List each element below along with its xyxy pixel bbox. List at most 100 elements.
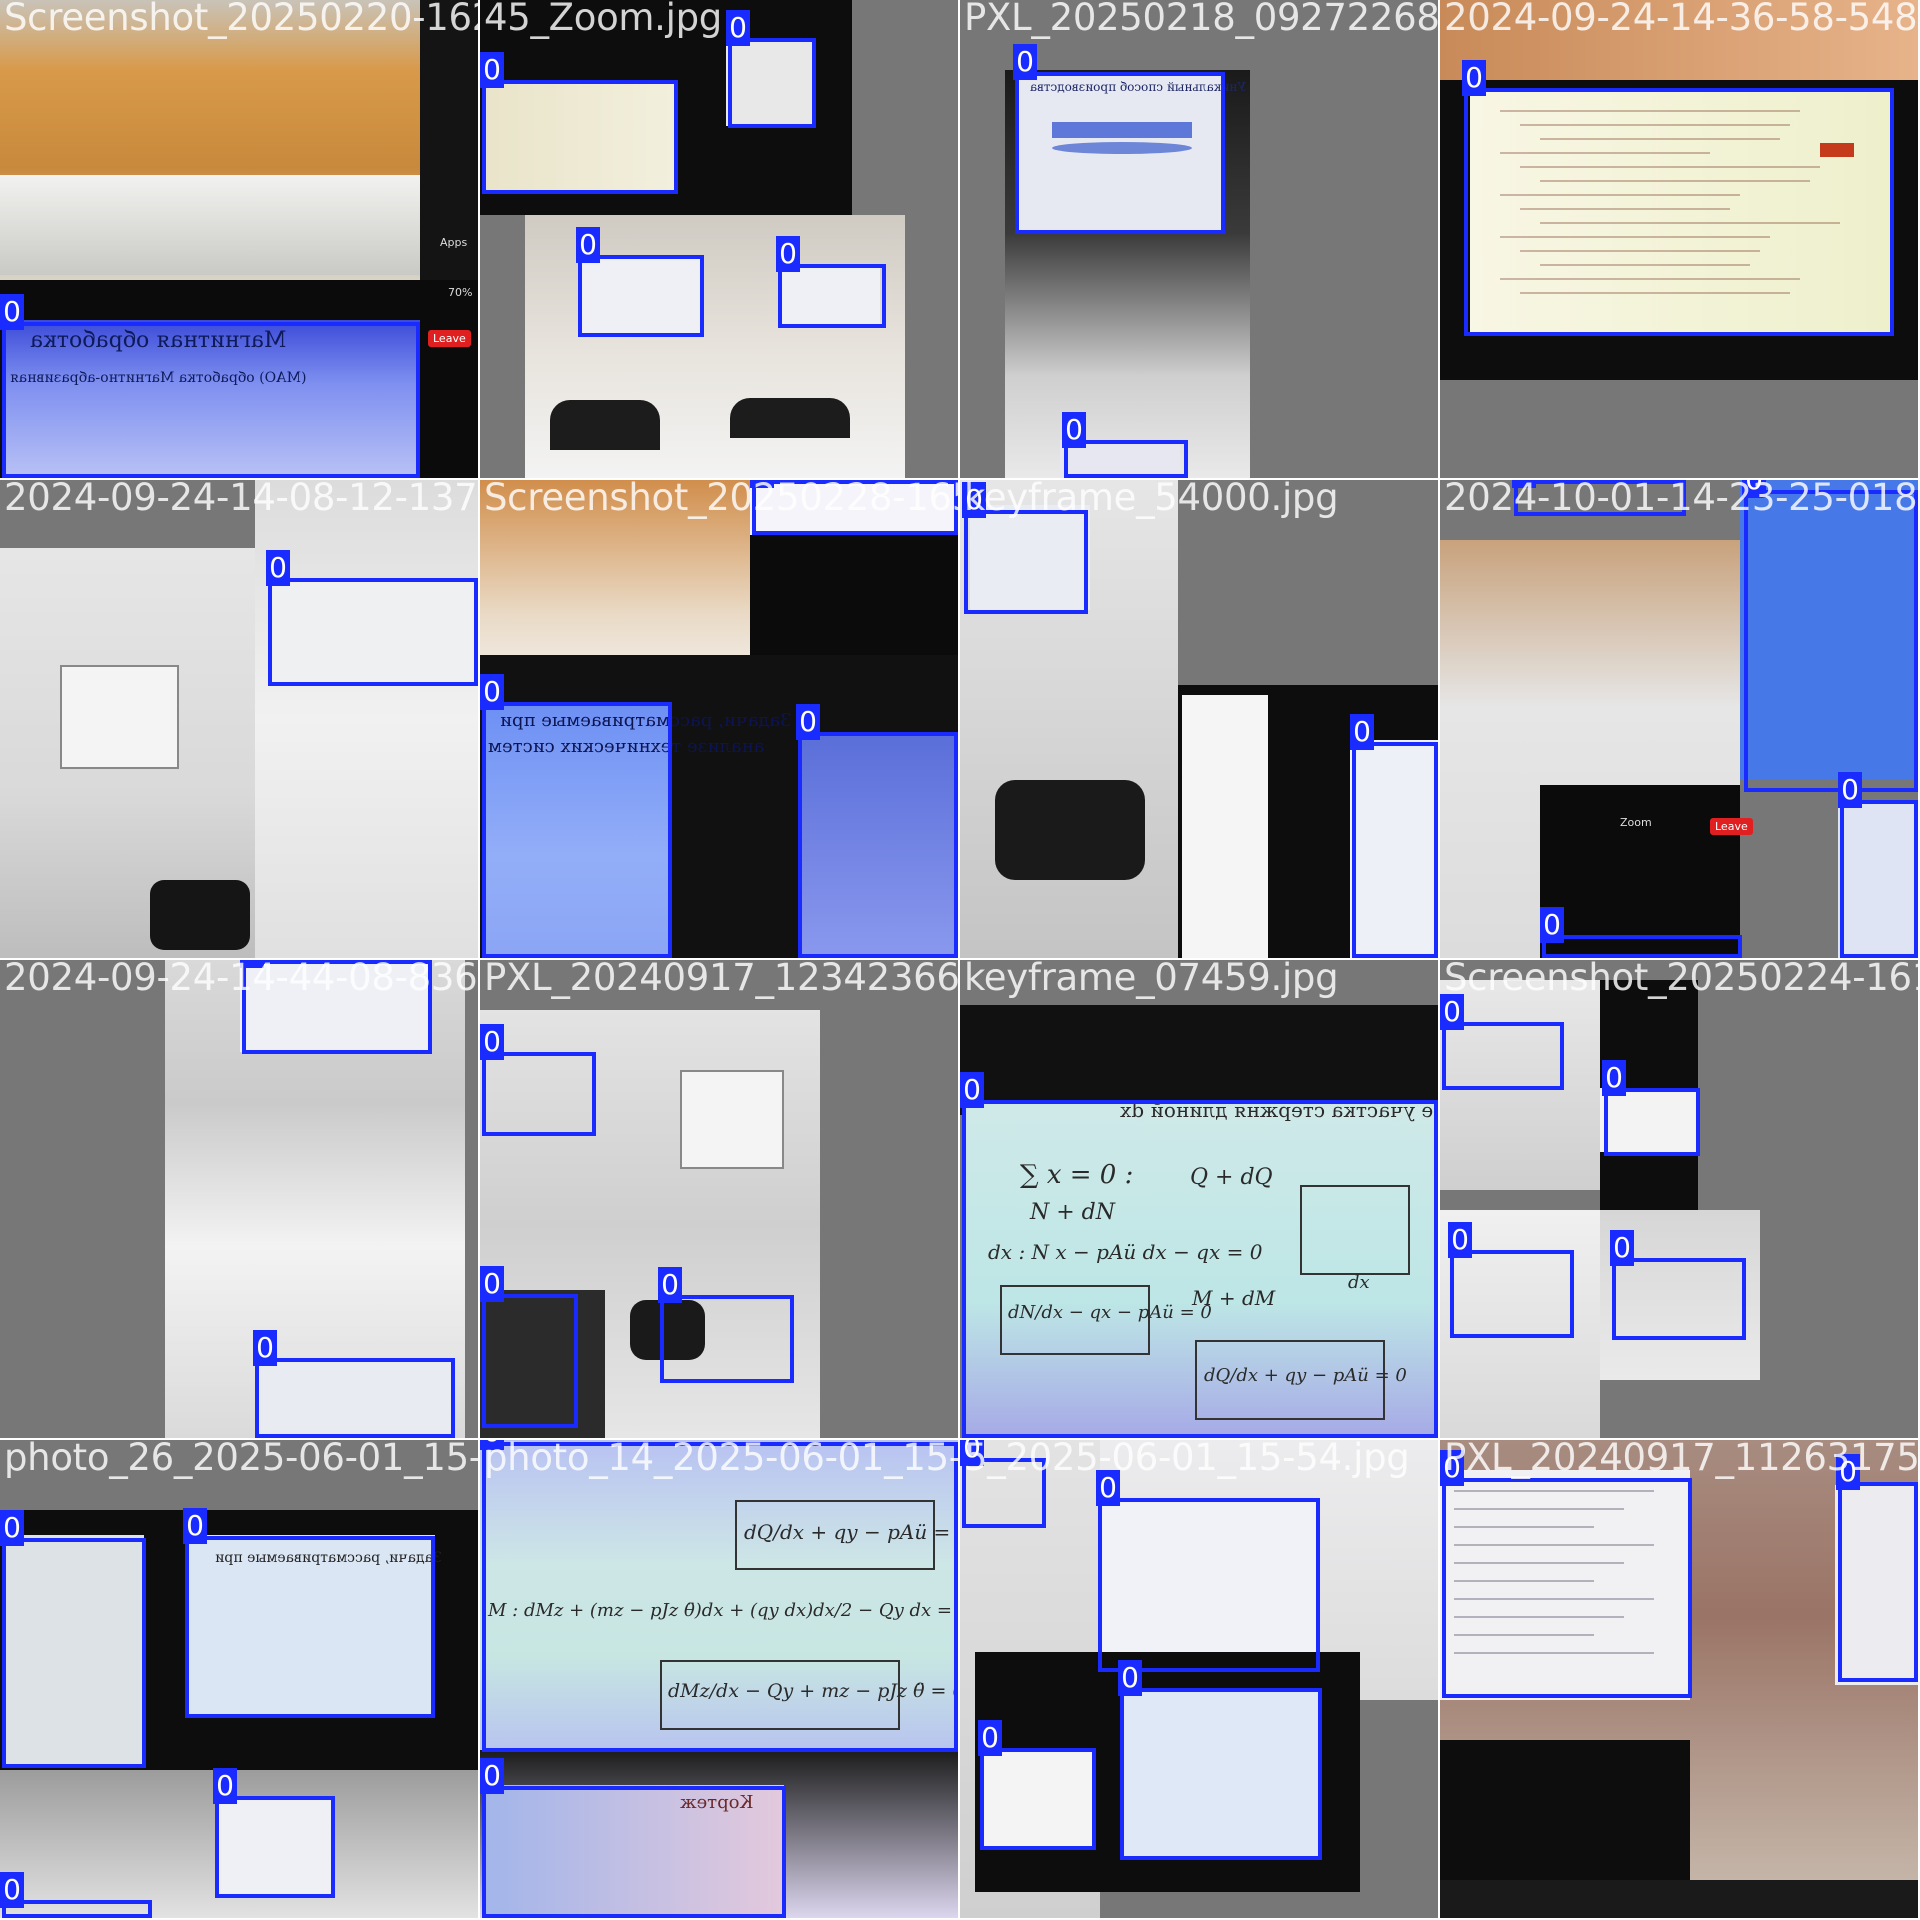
detection-box bbox=[482, 1052, 596, 1136]
detection-box bbox=[1015, 72, 1225, 234]
mosaic-tile: 0 0 0 0 5_2025-06-01_15-54.jpg bbox=[960, 1440, 1438, 1918]
detection-label: 0 bbox=[253, 1330, 277, 1366]
mosaic-tile: 0 0 keyframe_54000.jpg bbox=[960, 480, 1438, 958]
white-desk bbox=[0, 175, 420, 275]
chair bbox=[550, 400, 660, 450]
apps-button[interactable]: Apps bbox=[440, 236, 467, 249]
detection-box bbox=[1604, 1088, 1700, 1156]
detection-label: 0 bbox=[1062, 412, 1086, 448]
chair bbox=[150, 880, 250, 950]
detection-label: 0 bbox=[576, 227, 600, 263]
detection-label: 0 bbox=[183, 1508, 207, 1544]
mosaic-tile: 0 2024-09-24-14-36-58-548.jpg bbox=[1440, 0, 1918, 478]
tile-filename: Screenshot_20250224-1610 bbox=[1444, 960, 1918, 999]
tile-filename: 45_Zoom.jpg bbox=[484, 0, 722, 39]
detection-label: 0 bbox=[480, 1024, 504, 1060]
tile-filename: keyframe_07459.jpg bbox=[964, 960, 1339, 999]
whiteboard bbox=[680, 1070, 784, 1169]
detection-box bbox=[255, 1358, 455, 1438]
tile-filename: photo_14_2025-06-01_15-5 bbox=[484, 1440, 958, 1479]
detection-box bbox=[1542, 935, 1742, 958]
mosaic-tile: dQ/dx + qy − pAü = 0M : dMz + (mz − pJz … bbox=[480, 1440, 958, 1918]
detection-box bbox=[578, 255, 704, 337]
tile-filename: PXL_20240917_112631751 bbox=[1444, 1440, 1918, 1479]
detection-box bbox=[778, 264, 886, 328]
detection-box bbox=[2, 1538, 146, 1768]
detection-box bbox=[980, 1748, 1096, 1850]
mosaic-tile: Задачи, рассматриваемые при анализе техни… bbox=[480, 480, 958, 958]
detection-box bbox=[1442, 1478, 1692, 1698]
detection-box bbox=[1464, 88, 1894, 336]
detection-label: 0 bbox=[960, 1072, 984, 1108]
detection-box bbox=[798, 732, 958, 958]
detection-label: 0 bbox=[480, 1266, 504, 1302]
detection-label: 0 bbox=[1540, 907, 1564, 943]
leave-button[interactable]: Leave bbox=[1710, 818, 1753, 835]
detection-label: 0 bbox=[0, 1872, 24, 1908]
detection-label: 0 bbox=[480, 1758, 504, 1794]
mosaic-tile: Задачи, рассматриваемые при 0 0 0 0 photo_26_… bbox=[0, 1440, 478, 1918]
detection-box bbox=[2, 1900, 152, 1918]
zoom-toolbar bbox=[1440, 1880, 1918, 1918]
tile-filename: 5_2025-06-01_15-54.jpg bbox=[964, 1440, 1410, 1479]
detection-label: 0 bbox=[1602, 1060, 1626, 1096]
tile-filename: 2024-09-24-14-36-58-548.jpg bbox=[1444, 0, 1918, 39]
detection-label: 0 bbox=[796, 704, 820, 740]
mosaic-tile: Магнитная обработка (МАО) обработка Магни… bbox=[0, 0, 478, 478]
tile-filename: Screenshot_20250220-1623 bbox=[4, 0, 478, 39]
detection-box bbox=[268, 578, 478, 686]
detection-box bbox=[482, 1442, 958, 1752]
zoom-title: Zoom bbox=[1620, 816, 1652, 829]
detection-label: 0 bbox=[1118, 1660, 1142, 1696]
leave-button[interactable]: Leave bbox=[428, 330, 471, 347]
mosaic-tile: 0 0 0 PXL_20240917_123423664.jpg bbox=[480, 960, 958, 1438]
detection-box bbox=[482, 80, 678, 194]
detection-box bbox=[728, 38, 816, 128]
chair bbox=[995, 780, 1145, 880]
tile-filename: keyframe_54000.jpg bbox=[964, 480, 1339, 519]
detection-box bbox=[962, 1100, 1438, 1438]
mosaic-tile: 0 0 PXL_20240917_112631751 bbox=[1440, 1440, 1918, 1918]
detection-box bbox=[1352, 742, 1438, 958]
detection-label: 0 bbox=[726, 10, 750, 46]
tile-filename: PXL_20240917_123423664.jpg bbox=[484, 960, 958, 999]
detection-box bbox=[215, 1796, 335, 1898]
detection-label: 0 bbox=[1448, 1222, 1472, 1258]
mosaic-tile: ZoomLeave00002024-10-01-14-23-25-018.jp bbox=[1440, 480, 1918, 958]
tile-filename: photo_26_2025-06-01_15-53-54.jpg bbox=[4, 1440, 478, 1479]
detection-label: 0 bbox=[978, 1720, 1002, 1756]
whiteboard bbox=[60, 665, 179, 769]
detection-box bbox=[1442, 1022, 1564, 1090]
mosaic-tile: при равновесие участка стержня длиной dx… bbox=[960, 960, 1438, 1438]
detection-box bbox=[1450, 1250, 1574, 1338]
chair bbox=[730, 398, 850, 438]
detection-box bbox=[1612, 1258, 1746, 1340]
tile-filename: Screenshot_20250228-165 bbox=[484, 480, 958, 519]
detection-box bbox=[1098, 1498, 1320, 1672]
detection-box bbox=[482, 1294, 578, 1428]
mosaic-grid: Магнитная обработка (МАО) обработка Магни… bbox=[0, 0, 1920, 1920]
detection-label: 0 bbox=[480, 52, 504, 88]
detection-label: 0 bbox=[658, 1267, 682, 1303]
detection-label: 0 bbox=[213, 1768, 237, 1804]
mosaic-tile: 0 2024-09-24-14-08-12-137.jpg bbox=[0, 480, 478, 958]
zoom-sidebar bbox=[420, 0, 478, 320]
detection-label: 0 bbox=[1462, 60, 1486, 96]
zoom-percent: 70% bbox=[448, 286, 473, 299]
detection-label: 0 bbox=[0, 1510, 24, 1546]
detection-label: 0 bbox=[1610, 1230, 1634, 1266]
detection-box bbox=[482, 702, 672, 958]
detection-box bbox=[1120, 1688, 1322, 1860]
detection-label: 0 bbox=[480, 674, 504, 710]
detection-label: 0 bbox=[1013, 44, 1037, 80]
detection-box bbox=[482, 1786, 786, 1918]
mosaic-tile: Уникальный способ производства 0 0 PXL_2025… bbox=[960, 0, 1438, 478]
mosaic-tile: 0 0 0 0 45_Zoom.jpg bbox=[480, 0, 958, 478]
detection-box bbox=[1744, 490, 1918, 792]
tile-filename: 2024-09-24-14-08-12-137.jpg bbox=[4, 480, 478, 519]
phone-zoom bbox=[1540, 785, 1740, 958]
detection-label: 0 bbox=[776, 236, 800, 272]
tile-filename: 2024-09-24-14-44-08-836.jpg bbox=[4, 960, 478, 999]
mosaic-tile: 002024-09-24-14-44-08-836.jpg bbox=[0, 960, 478, 1438]
detection-box bbox=[1838, 1482, 1918, 1682]
